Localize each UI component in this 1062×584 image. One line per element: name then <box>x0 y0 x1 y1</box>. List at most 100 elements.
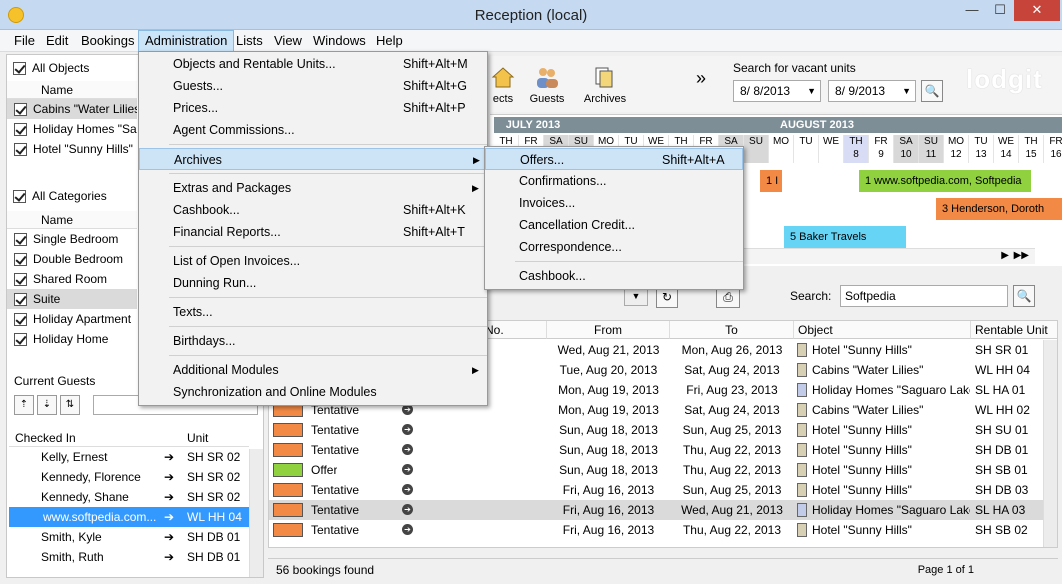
booking-bar[interactable]: 5 Baker Travels <box>784 226 906 248</box>
admin-menu-item[interactable]: Synchronization and Online Modules <box>139 381 487 403</box>
archives-menu-item[interactable]: Correspondence... <box>485 236 743 258</box>
list-item[interactable]: Cabins "Water Lilies" <box>7 99 137 119</box>
list-item[interactable]: Shared Room <box>7 269 137 289</box>
col-unit-header[interactable]: Rentable Unit <box>971 321 1057 339</box>
booking-status: Tentative <box>311 503 360 517</box>
list-item[interactable]: Holiday Apartment <box>7 309 137 329</box>
unit-header[interactable]: Unit <box>181 429 208 446</box>
admin-menu-item[interactable]: Agent Commissions... <box>139 119 487 141</box>
search-button[interactable]: 🔍 <box>1013 285 1035 307</box>
more-toolbar-icon[interactable]: » <box>696 68 706 89</box>
table-scrollbar[interactable] <box>1043 340 1057 547</box>
admin-menu-item[interactable]: List of Open Invoices... <box>139 250 487 272</box>
admin-menu-item[interactable]: Extras and Packages ▶ <box>139 177 487 199</box>
admin-menu-item[interactable]: Archives ▶ <box>139 148 487 170</box>
admin-menu-item[interactable]: Additional Modules ▶ <box>139 359 487 381</box>
col-to-header[interactable]: To <box>670 321 794 339</box>
menu-windows[interactable]: Windows <box>307 30 372 52</box>
scroll-end-icon[interactable]: ▶▶ <box>1014 250 1029 261</box>
booking-from-date: Sun, Aug 18, 2013 <box>559 423 658 437</box>
guests-scrollbar[interactable] <box>249 449 263 577</box>
scroll-right-icon[interactable]: ▶ <box>1001 250 1009 261</box>
submenu-arrow-icon: ▶ <box>472 183 479 193</box>
menu-bookings[interactable]: Bookings <box>75 30 140 52</box>
goto-arrow-icon[interactable]: ➔ <box>159 470 179 484</box>
date-to-picker[interactable]: 8/ 9/2013 ▼ <box>828 80 916 102</box>
objects-name-header[interactable]: Name <box>7 81 137 99</box>
close-button[interactable]: ✕ <box>1014 0 1060 21</box>
booking-bar[interactable]: 3 Henderson, Doroth <box>936 198 1062 220</box>
objects-list: Name Cabins "Water Lilies" Holiday Homes… <box>7 81 137 159</box>
list-item[interactable]: Holiday Home <box>7 329 137 349</box>
goto-arrow-icon[interactable]: ➔ <box>159 490 179 504</box>
booking-bar[interactable]: 1 I <box>760 170 782 192</box>
vacant-search-button[interactable]: 🔍 <box>921 80 943 102</box>
menu-help[interactable]: Help <box>370 30 409 52</box>
col-from-header[interactable]: From <box>547 321 670 339</box>
guest-check-in-icon[interactable]: ⇡ <box>14 395 34 415</box>
admin-menu-item[interactable]: Birthdays... <box>139 330 487 352</box>
guests-toolbar-button[interactable]: Guests <box>522 64 572 105</box>
archives-menu-item[interactable]: Offers... Shift+Alt+A <box>485 148 743 170</box>
list-item[interactable]: Suite <box>7 289 137 309</box>
archives-menu-item[interactable]: Cancellation Credit... <box>485 214 743 236</box>
goto-arrow-icon[interactable]: ➔ <box>402 504 413 515</box>
table-row[interactable]: Kennedy, Shane ➔ SH SR 02 <box>9 487 249 507</box>
guest-person-icon[interactable]: ⇣ <box>37 395 57 415</box>
archives-menu-item[interactable]: Cashbook... <box>485 265 743 287</box>
menu-administration[interactable]: Administration <box>138 30 235 52</box>
admin-menu-item[interactable]: Dunning Run... <box>139 272 487 294</box>
all-categories-checkbox[interactable] <box>13 189 26 203</box>
goto-arrow-icon[interactable]: ➔ <box>402 424 413 435</box>
table-row[interactable]: Kennedy, Florence ➔ SH SR 02 <box>9 467 249 487</box>
archives-toolbar-button[interactable]: Archives <box>580 64 630 105</box>
goto-arrow-icon[interactable]: ➔ <box>402 524 413 535</box>
goto-arrow-icon[interactable]: ➔ <box>159 510 179 524</box>
minimize-button[interactable]: — <box>958 0 986 21</box>
archives-menu-item[interactable]: Confirmations... <box>485 170 743 192</box>
all-objects-header[interactable]: All Objects <box>13 57 143 79</box>
goto-arrow-icon[interactable]: ➔ <box>159 550 179 564</box>
refresh-icon: ↻ <box>661 290 673 304</box>
booking-to-date: Sun, Aug 25, 2013 <box>682 483 782 497</box>
list-item[interactable]: Holiday Homes "Sag <box>7 119 137 139</box>
goto-arrow-icon[interactable]: ➔ <box>402 484 413 495</box>
booking-bar[interactable]: 1 www.softpedia.com, Softpedia <box>859 170 1031 192</box>
menu-view[interactable]: View <box>268 30 308 52</box>
goto-arrow-icon[interactable]: ➔ <box>402 464 413 475</box>
admin-menu-item[interactable]: Guests... Shift+Alt+G <box>139 75 487 97</box>
all-objects-checkbox[interactable] <box>13 61 26 75</box>
list-item[interactable]: Single Bedroom <box>7 229 137 249</box>
admin-menu-item[interactable]: Financial Reports... Shift+Alt+T <box>139 221 487 243</box>
table-row[interactable]: Kelly, Ernest ➔ SH SR 02 <box>9 447 249 467</box>
calendar-day-header: WE 14 <box>994 135 1019 163</box>
checked-in-header[interactable]: Checked In <box>9 429 181 446</box>
admin-menu-item[interactable]: Cashbook... Shift+Alt+K <box>139 199 487 221</box>
list-item[interactable]: Double Bedroom <box>7 249 137 269</box>
table-row[interactable]: Smith, Kyle ➔ SH DB 01 <box>9 527 249 547</box>
menu-file[interactable]: File <box>8 30 41 52</box>
goto-arrow-icon[interactable]: ➔ <box>159 530 179 544</box>
status-color-swatch <box>273 503 303 517</box>
booking-to-date: Thu, Aug 22, 2013 <box>682 463 782 477</box>
admin-menu-item[interactable]: Objects and Rentable Units... Shift+Alt+M <box>139 53 487 75</box>
admin-menu-item[interactable]: Texts... <box>139 301 487 323</box>
all-categories-header[interactable]: All Categories <box>13 185 143 207</box>
calendar-day-number: 13 <box>975 149 987 160</box>
menu-edit[interactable]: Edit <box>40 30 74 52</box>
table-row[interactable]: www.softpedia.com... ➔ WL HH 04 <box>9 507 249 527</box>
table-row[interactable]: Smith, Ruth ➔ SH DB 01 <box>9 547 249 567</box>
admin-menu-item[interactable]: Prices... Shift+Alt+P <box>139 97 487 119</box>
list-item[interactable]: Hotel "Sunny Hills" <box>7 139 137 159</box>
col-object-header[interactable]: Object <box>794 321 971 339</box>
date-from-picker[interactable]: 8/ 8/2013 ▼ <box>733 80 821 102</box>
guest-group-icon[interactable]: ⇅ <box>60 395 80 415</box>
goto-arrow-icon[interactable]: ➔ <box>159 450 179 464</box>
categories-name-header[interactable]: Name <box>7 211 137 229</box>
archives-menu-item[interactable]: Invoices... <box>485 192 743 214</box>
maximize-button[interactable]: ☐ <box>986 0 1014 21</box>
booking-unit: SH DB 03 <box>975 483 1029 497</box>
search-input[interactable]: Softpedia <box>840 285 1008 307</box>
menu-lists[interactable]: Lists <box>230 30 269 52</box>
goto-arrow-icon[interactable]: ➔ <box>402 444 413 455</box>
